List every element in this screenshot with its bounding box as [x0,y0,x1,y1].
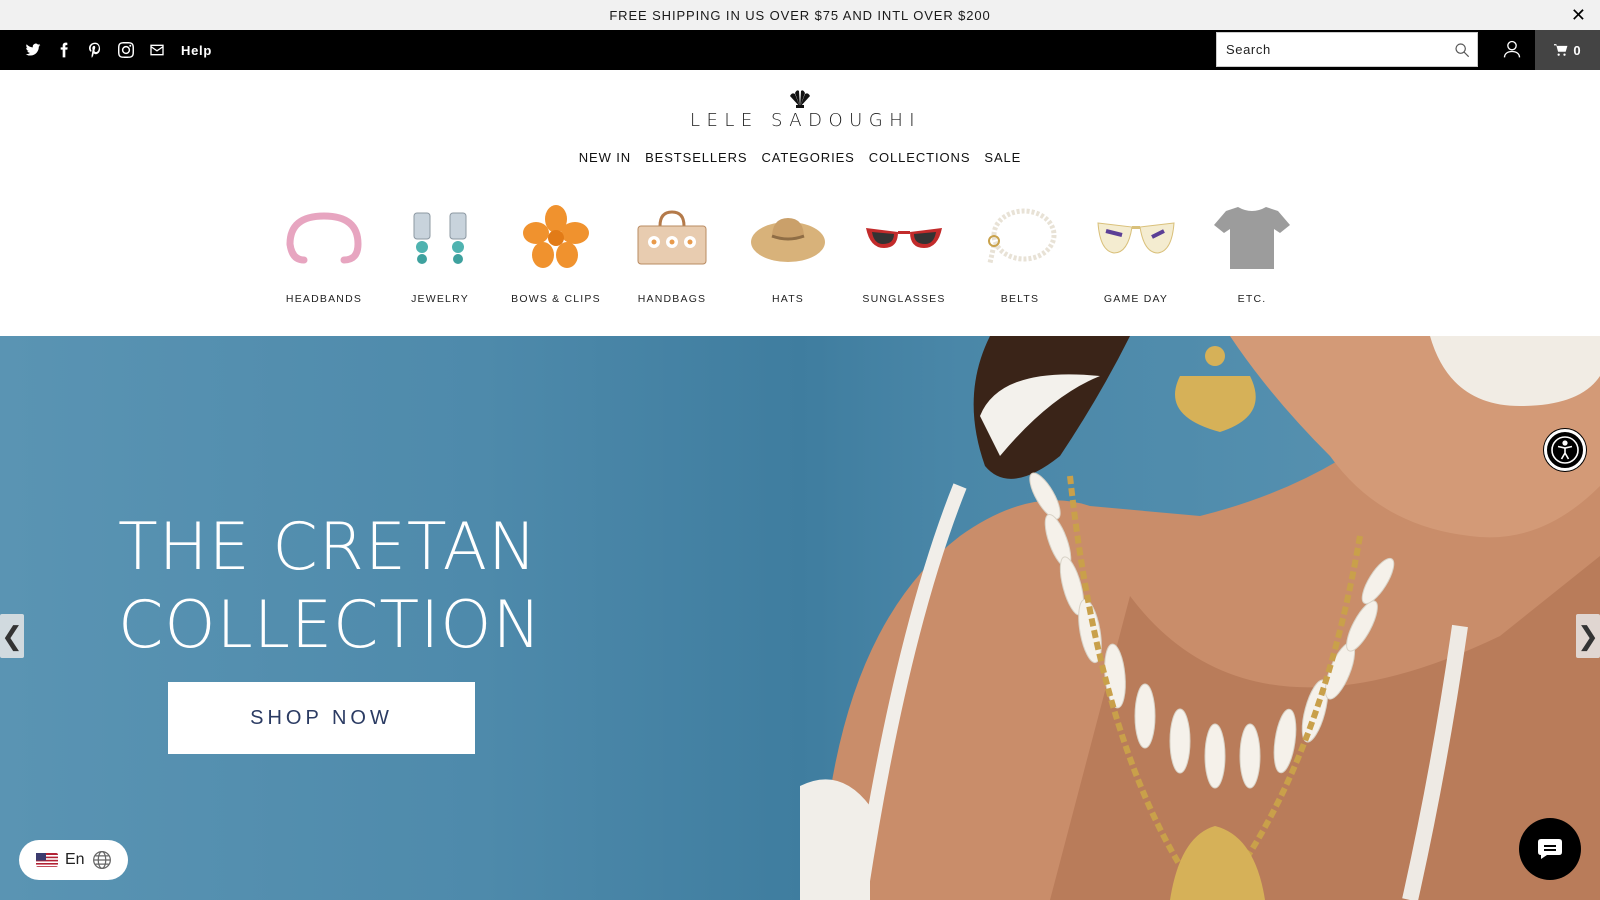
category-label: HANDBAGS [637,293,707,305]
category-label: ETC. [1237,293,1267,305]
announcement-text: FREE SHIPPING IN US OVER $75 AND INTL OV… [609,7,991,23]
globe-icon [92,851,111,869]
hero-title: THE CRETAN COLLECTION [118,509,542,665]
language-selector[interactable]: En [19,840,128,880]
category-belts[interactable]: BELTS [962,198,1078,310]
brand-logo[interactable]: LELE SADOUGHI [690,88,922,138]
top-bar: Help 0 [0,30,1600,70]
language-label: En [65,851,85,868]
user-account-icon[interactable] [1502,39,1522,59]
category-sunglasses[interactable]: SUNGLASSES [846,198,962,310]
main-nav: NEW IN BESTSELLERS CATEGORIES COLLECTION… [0,150,1600,172]
shop-now-button[interactable]: SHOP NOW [168,682,475,754]
nav-categories[interactable]: CATEGORIES [761,150,854,172]
flower-clip-image [514,198,598,278]
search-box [1216,32,1478,67]
accessibility-icon [1551,436,1579,464]
nav-new-in[interactable]: NEW IN [579,150,631,172]
category-handbags[interactable]: HANDBAGS [614,198,730,310]
social-links: Help [24,30,212,70]
chat-icon [1538,839,1562,859]
category-label: SUNGLASSES [862,293,946,305]
tshirt-image [1210,198,1294,278]
chat-button[interactable] [1519,818,1581,880]
search-icon[interactable] [1454,42,1470,58]
category-game-day[interactable]: GAME DAY [1078,198,1194,310]
nav-collections[interactable]: COLLECTIONS [869,150,971,172]
twitter-icon[interactable] [24,41,42,59]
chevron-right-icon: ❯ [1577,620,1599,651]
category-headbands[interactable]: HEADBANDS [266,198,382,310]
close-icon[interactable]: ✕ [1571,5,1586,25]
accessibility-button[interactable] [1544,429,1586,471]
category-label: GAME DAY [1103,293,1169,305]
category-label: HATS [771,293,805,305]
instagram-icon[interactable] [117,41,135,59]
hero-banner: THE CRETAN COLLECTION SHOP NOW ❮ ❯ [0,336,1600,900]
category-etc[interactable]: ETC. [1194,198,1310,310]
category-label: BELTS [1000,293,1040,305]
slider-prev-button[interactable]: ❮ [0,614,24,658]
cart-button[interactable]: 0 [1535,30,1600,70]
category-label: BOWS & CLIPS [511,293,601,305]
category-row: HEADBANDS JEWELRY BOWS & CLIPS HANDBAGS … [266,198,1336,310]
category-bows-clips[interactable]: BOWS & CLIPS [498,198,614,310]
hero-title-line-1: THE CRETAN [118,510,538,585]
category-hats[interactable]: HATS [730,198,846,310]
facebook-icon[interactable] [55,41,73,59]
cart-count: 0 [1573,42,1581,58]
pinterest-icon[interactable] [86,41,104,59]
mail-icon[interactable] [148,41,166,59]
category-label: HEADBANDS [285,293,363,305]
category-label: JEWELRY [411,293,469,305]
hat-image [746,198,830,278]
us-flag-icon [36,853,58,867]
belt-image [978,198,1062,278]
shop-now-label: SHOP NOW [250,706,393,729]
handbag-image [630,198,714,278]
logo-text: LELE SADOUGHI [690,110,922,131]
sunglasses-image [862,198,946,278]
chevron-left-icon: ❮ [1,620,23,651]
nav-bestsellers[interactable]: BESTSELLERS [645,150,747,172]
nav-sale[interactable]: SALE [984,150,1021,172]
category-jewelry[interactable]: JEWELRY [382,198,498,310]
slider-next-button[interactable]: ❯ [1576,614,1600,658]
headband-image [282,198,366,278]
game-day-sunglasses-image [1094,198,1178,278]
search-input[interactable] [1217,33,1437,66]
announcement-bar: FREE SHIPPING IN US OVER $75 AND INTL OV… [0,0,1600,30]
shell-logo-icon [790,90,810,108]
earrings-image [398,198,482,278]
hero-title-line-2: COLLECTION [118,588,543,663]
cart-icon [1554,44,1568,56]
help-link[interactable]: Help [181,43,212,58]
